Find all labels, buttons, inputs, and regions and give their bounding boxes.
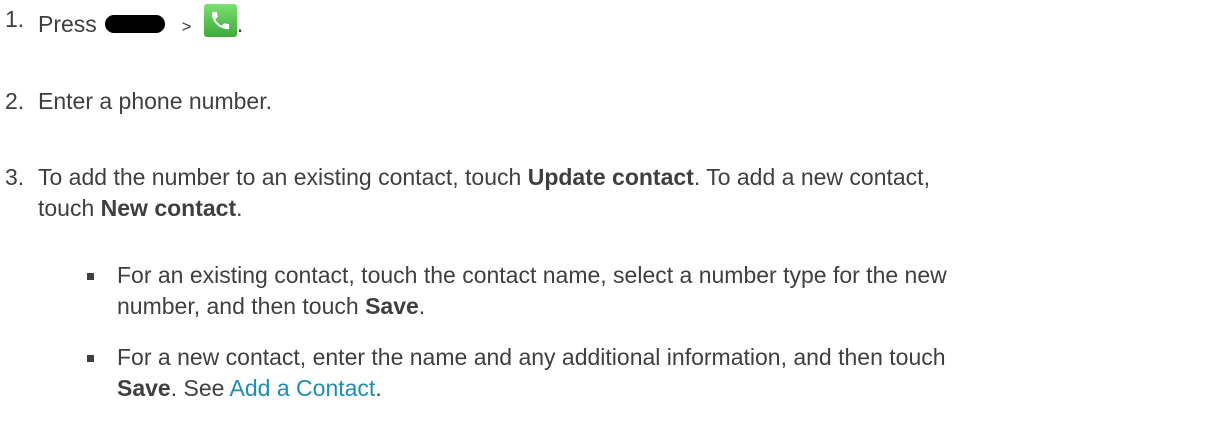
page: { "steps": [ { "number": "1.", "press_te… <box>0 0 1214 431</box>
step-text: Press > . <box>38 4 1188 42</box>
save-label: Save <box>365 293 419 319</box>
end-punct: . <box>236 11 244 37</box>
bullet-icon <box>87 273 94 280</box>
substep-line: . <box>375 375 382 401</box>
step-text: Enter a phone number. <box>38 88 272 114</box>
substep-line: For an existing contact, touch the conta… <box>117 262 947 288</box>
add-a-contact-link[interactable]: Add a Contact <box>230 375 376 401</box>
substep-line: For a new contact, enter the name and an… <box>117 344 946 370</box>
step-number: 2. <box>5 88 25 114</box>
step-text-part: . <box>236 195 243 221</box>
new-contact-label: New contact <box>100 195 237 221</box>
step-text: To add the number to an existing contact… <box>38 162 1188 224</box>
substep-line: . See <box>170 375 230 401</box>
step-text-part: touch <box>38 195 101 221</box>
substep-text: For an existing contact, touch the conta… <box>117 260 1187 322</box>
substep-text: For a new contact, enter the name and an… <box>117 342 1187 404</box>
press-label: Press <box>38 11 97 37</box>
bullet-icon <box>87 355 94 362</box>
step-number: 1. <box>5 6 25 32</box>
step-text-part: . To add a new contact, <box>693 164 930 190</box>
update-contact-label: Update contact <box>527 164 694 190</box>
phone-icon <box>203 4 237 37</box>
substep-line: number, and then touch <box>117 293 366 319</box>
save-label: Save <box>117 375 171 401</box>
substep-line: . <box>418 293 426 319</box>
step-number: 3. <box>5 164 25 190</box>
home-button-icon <box>105 15 166 33</box>
separator: > <box>181 17 192 36</box>
step-text-part: To add the number to an existing contact… <box>38 164 528 190</box>
